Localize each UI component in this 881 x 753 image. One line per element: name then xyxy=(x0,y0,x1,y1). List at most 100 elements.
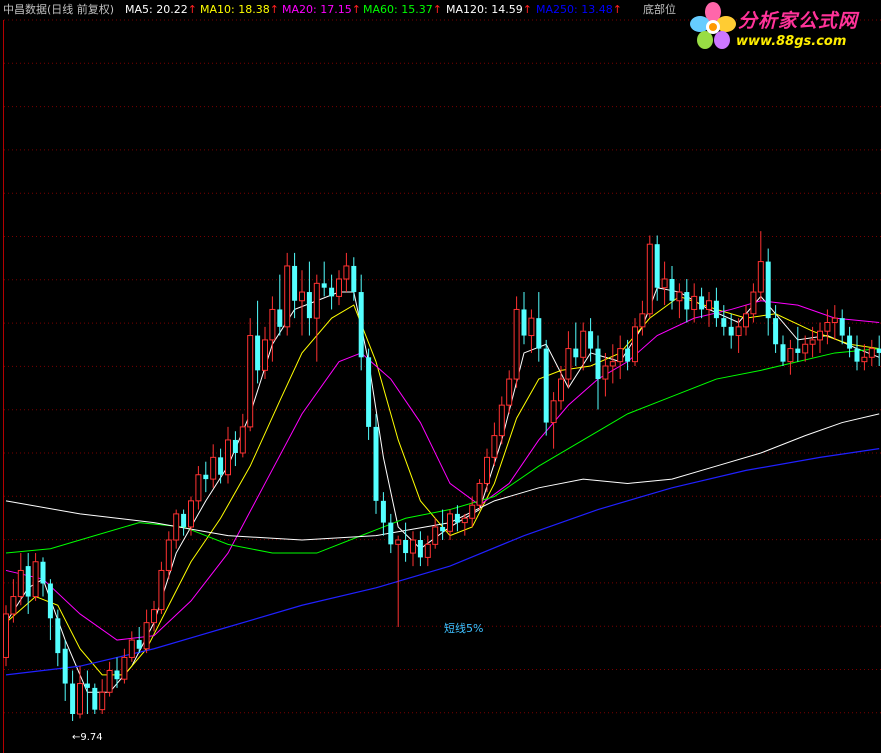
candle xyxy=(521,292,527,345)
candle-body xyxy=(165,539,172,571)
candle-body xyxy=(528,317,535,337)
candle xyxy=(306,261,312,336)
candle-body xyxy=(661,278,668,289)
candle-body xyxy=(232,439,238,453)
candle-body xyxy=(558,378,564,402)
logo-name: 分析家公式网 xyxy=(738,10,859,32)
candle-body xyxy=(203,474,209,480)
candle xyxy=(128,631,135,662)
candle xyxy=(565,331,572,388)
candle-body xyxy=(476,482,483,506)
candle-body xyxy=(595,348,601,380)
candle xyxy=(351,257,357,301)
candle xyxy=(743,305,749,336)
candle-body xyxy=(151,609,157,624)
candle-body xyxy=(669,279,675,301)
candle-body xyxy=(114,670,120,680)
candle-body xyxy=(388,522,394,545)
ma10-line xyxy=(5,295,880,676)
candle xyxy=(817,322,823,353)
indicator-name: 底部位 xyxy=(643,3,676,16)
candle xyxy=(861,344,868,371)
candle xyxy=(780,335,786,366)
candle xyxy=(498,396,505,445)
candle-body xyxy=(417,540,423,558)
ma5-line xyxy=(5,287,880,693)
candle xyxy=(181,509,187,536)
candle xyxy=(99,679,106,714)
candle xyxy=(757,231,764,301)
candle-body xyxy=(292,265,298,301)
candle xyxy=(543,339,549,436)
candle xyxy=(609,344,616,384)
candle xyxy=(417,531,423,567)
candle-body xyxy=(321,283,327,288)
candle xyxy=(795,326,801,362)
candle xyxy=(247,318,254,432)
candle-body xyxy=(358,292,364,358)
candle-body xyxy=(17,569,24,598)
candle xyxy=(313,274,320,362)
candle xyxy=(646,235,653,319)
up-arrow-icon: ↑ xyxy=(187,3,197,16)
candle-body xyxy=(128,639,135,658)
candle-body xyxy=(380,500,386,523)
candle xyxy=(676,283,683,319)
candle xyxy=(55,609,61,667)
site-logo[interactable]: 分析家公式网 www.88gs.com xyxy=(688,0,881,56)
candle-body xyxy=(454,513,460,523)
candle xyxy=(225,426,231,484)
candle xyxy=(373,413,379,514)
price-grid xyxy=(4,19,881,714)
candle xyxy=(3,605,9,667)
candle-body xyxy=(617,348,624,363)
candle xyxy=(580,322,587,371)
candle xyxy=(595,335,601,410)
candle xyxy=(218,448,224,484)
candle-body xyxy=(699,296,705,310)
candle xyxy=(839,309,845,345)
candle-body xyxy=(868,348,875,358)
up-arrow-icon: ↑ xyxy=(351,3,361,16)
candle-body xyxy=(498,404,505,437)
candle xyxy=(454,505,460,532)
candle-body xyxy=(469,504,476,519)
candle xyxy=(684,279,690,323)
candle-body xyxy=(106,670,113,693)
candle-body xyxy=(513,308,520,380)
candle xyxy=(713,287,719,327)
candlestick-chart[interactable]: ←9.74 短线5% xyxy=(0,0,881,753)
candle-body xyxy=(366,357,372,427)
candle xyxy=(876,335,881,366)
candle-body xyxy=(447,513,453,532)
candle-body xyxy=(876,348,881,353)
candle-body xyxy=(506,378,513,406)
candle-body xyxy=(77,683,83,715)
candle xyxy=(558,366,564,410)
candle-body xyxy=(646,243,653,315)
candle xyxy=(329,274,335,310)
candle-body xyxy=(839,318,845,336)
candle-body xyxy=(676,291,683,302)
candle-body xyxy=(336,278,342,297)
chart-annotations: ←9.74 短线5% xyxy=(72,621,483,743)
candle xyxy=(336,270,342,306)
candle-body xyxy=(247,335,254,428)
up-arrow-icon: ↑ xyxy=(612,3,622,16)
candle-body xyxy=(831,317,838,323)
candle xyxy=(239,413,246,458)
candle xyxy=(269,296,276,362)
ma250-value: MA250: 13.48↑ xyxy=(536,3,622,16)
candle-body xyxy=(343,265,350,280)
moving-average-lines xyxy=(5,287,880,693)
candle-body xyxy=(395,539,402,545)
candle xyxy=(321,261,327,297)
candle-body xyxy=(195,474,202,502)
candle xyxy=(602,352,609,397)
candle-body xyxy=(313,282,320,319)
candle-body xyxy=(3,613,9,658)
candle-body xyxy=(284,265,291,328)
candle-body xyxy=(550,400,557,424)
candle-body xyxy=(809,339,816,345)
candle-body xyxy=(424,543,431,558)
